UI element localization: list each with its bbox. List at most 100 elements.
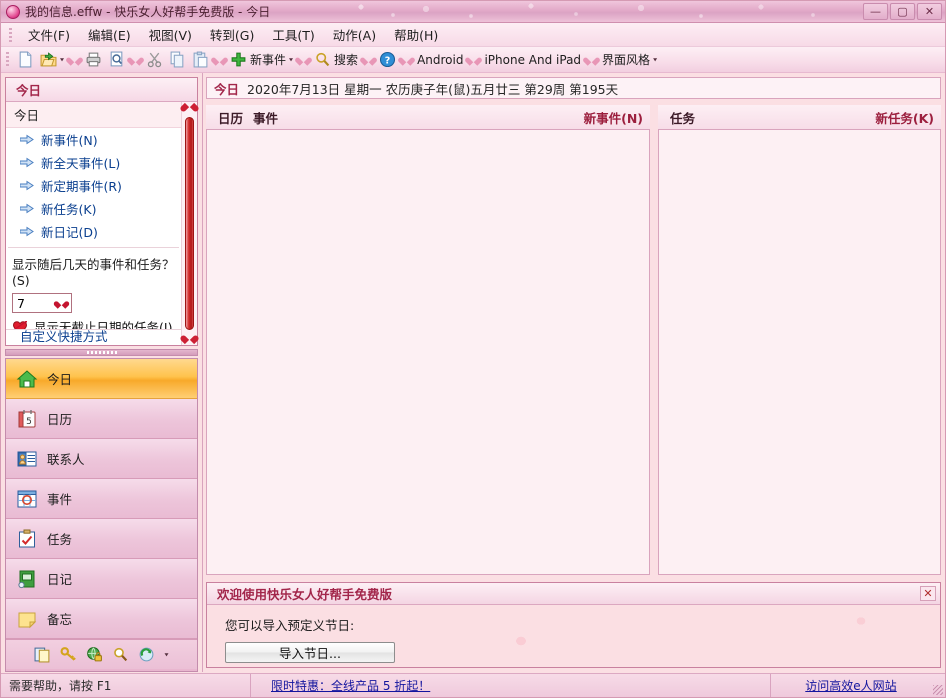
- scroll-down-button[interactable]: [184, 331, 195, 345]
- toolbar-separator-heart-icon: [469, 55, 478, 64]
- scroll-thumb[interactable]: [185, 117, 194, 330]
- search-button[interactable]: 搜索: [311, 49, 361, 71]
- link-new-recurring-event[interactable]: 新定期事件(R): [6, 174, 181, 197]
- key-icon[interactable]: [60, 646, 77, 663]
- nav-events[interactable]: 事件: [6, 479, 197, 519]
- link-new-task[interactable]: 新任务(K): [6, 197, 181, 220]
- days-dropdown[interactable]: 7: [12, 293, 72, 313]
- copy-icon: [169, 51, 186, 68]
- clipped-shortcut-label: 自定义快捷方式: [6, 329, 181, 345]
- nav-memo[interactable]: 备忘: [6, 599, 197, 639]
- left-panel-scrollbar[interactable]: [181, 102, 197, 345]
- menu-goto[interactable]: 转到(G): [201, 22, 263, 47]
- menu-tools[interactable]: 工具(T): [263, 22, 323, 47]
- welcome-close-button[interactable]: ✕: [920, 586, 936, 601]
- print-preview-button[interactable]: [105, 49, 128, 71]
- status-promo-cell[interactable]: 限时特惠：全线产品 5 折起！: [251, 674, 771, 697]
- status-promo-link[interactable]: 限时特惠：全线产品 5 折起！: [271, 677, 430, 694]
- menu-help[interactable]: 帮助(H): [385, 22, 447, 47]
- chevron-down-icon[interactable]: ▾: [164, 651, 168, 658]
- status-site-cell[interactable]: 访问高效e人网站: [771, 674, 931, 697]
- main-content: 今日 2020年7月13日 星期一 农历庚子年(鼠)五月廿三 第29周 第195…: [203, 73, 945, 672]
- import-holidays-button[interactable]: 导入节日...: [225, 642, 395, 663]
- minimize-button[interactable]: —: [863, 3, 888, 20]
- link-new-allday-event[interactable]: 新全天事件(L): [6, 151, 181, 174]
- menu-action[interactable]: 动作(A): [324, 22, 385, 47]
- welcome-body: 您可以导入预定义节日: 导入节日...: [207, 605, 940, 667]
- skin-dropdown-caret[interactable]: ▾: [653, 56, 657, 63]
- close-button[interactable]: ✕: [917, 3, 942, 20]
- today-shortcut-list: 今日 新事件(N) 新全天事件(L): [6, 102, 181, 345]
- toolbar-separator-heart-icon: [299, 55, 308, 64]
- menu-bar: 文件(F) 编辑(E) 视图(V) 转到(G) 工具(T) 动作(A) 帮助(H…: [1, 23, 945, 47]
- resize-grip[interactable]: [931, 674, 945, 697]
- open-file-dropdown-caret[interactable]: ▾: [60, 56, 64, 63]
- status-site-link[interactable]: 访问高效e人网站: [805, 677, 896, 694]
- nav-contacts[interactable]: 联系人: [6, 439, 197, 479]
- open-file-button[interactable]: ▾: [37, 49, 67, 71]
- sidebar-splitter[interactable]: [5, 349, 198, 356]
- welcome-header: 欢迎使用快乐女人好帮手免费版 ✕: [207, 583, 940, 605]
- toolbar-grip[interactable]: [6, 52, 9, 67]
- scroll-up-button[interactable]: [184, 102, 195, 116]
- paste-button[interactable]: [189, 49, 212, 71]
- nav-label: 今日: [47, 369, 72, 388]
- skin-button[interactable]: 界面风格 ▾: [599, 49, 660, 71]
- heart-dropdown-icon[interactable]: [57, 299, 67, 308]
- navigation-bottom-icons: ▾: [6, 639, 197, 669]
- iphone-ipad-button[interactable]: iPhone And iPad: [481, 49, 584, 71]
- tasks-pane-titles: 任务: [670, 108, 695, 127]
- tasks-list-area[interactable]: [658, 129, 941, 575]
- nav-journal[interactable]: 日记: [6, 559, 197, 599]
- maximize-button[interactable]: ▢: [890, 3, 915, 20]
- date-bar: 今日 2020年7月13日 星期一 农历庚子年(鼠)五月廿三 第29周 第195…: [206, 77, 941, 99]
- nav-label: 备忘: [47, 609, 72, 628]
- menu-edit[interactable]: 编辑(E): [79, 22, 140, 47]
- date-bar-today-label: 今日: [214, 79, 239, 98]
- android-button[interactable]: Android: [414, 49, 466, 71]
- today-section-label: 今日: [6, 102, 181, 128]
- notes-icon[interactable]: [34, 646, 51, 663]
- events-list-area[interactable]: [206, 129, 650, 575]
- contacts-icon: [16, 448, 38, 470]
- left-sidebar: 今日 今日 新事件(N): [1, 73, 203, 672]
- new-event-button[interactable]: 新事件 ▾: [227, 49, 296, 71]
- heart-down-icon: [184, 333, 195, 343]
- svg-text:?: ?: [385, 55, 391, 66]
- magnifier-icon[interactable]: [112, 646, 129, 663]
- print-button[interactable]: [82, 49, 105, 71]
- scroll-track[interactable]: [182, 116, 197, 331]
- nav-today[interactable]: 今日: [6, 359, 197, 399]
- link-new-journal[interactable]: 新日记(D): [6, 220, 181, 243]
- link-new-event[interactable]: 新事件(N): [6, 128, 181, 151]
- clipped-shortcut-row[interactable]: 自定义快捷方式: [6, 329, 181, 345]
- status-help-cell: 需要帮助，请按 F1: [1, 674, 251, 697]
- svg-text:5: 5: [26, 417, 32, 427]
- link-label: 新任务(K): [41, 199, 96, 218]
- globe-lock-icon[interactable]: [86, 646, 103, 663]
- new-document-button[interactable]: [14, 49, 37, 71]
- status-bar: 需要帮助，请按 F1 限时特惠：全线产品 5 折起！ 访问高效e人网站: [1, 673, 945, 697]
- new-task-link[interactable]: 新任务(K): [875, 108, 934, 127]
- copy-button[interactable]: [166, 49, 189, 71]
- skin-label: 界面风格: [602, 51, 650, 68]
- menu-file[interactable]: 文件(F): [19, 22, 79, 47]
- new-event-dropdown-caret[interactable]: ▾: [289, 56, 293, 63]
- menu-grip[interactable]: [9, 28, 12, 42]
- link-label: 新全天事件(L): [41, 153, 120, 172]
- divider: [8, 247, 179, 248]
- sync-icon[interactable]: [138, 646, 155, 663]
- cut-button[interactable]: [143, 49, 166, 71]
- arrow-right-icon: [20, 180, 34, 191]
- nav-calendar[interactable]: 5 日历: [6, 399, 197, 439]
- arrow-right-icon: [20, 203, 34, 214]
- nav-tasks[interactable]: 任务: [6, 519, 197, 559]
- title-bar: 我的信息.effw - 快乐女人好帮手免费版 - 今日 — ▢ ✕: [1, 1, 945, 23]
- new-event-link[interactable]: 新事件(N): [584, 108, 643, 127]
- window-controls: — ▢ ✕: [863, 3, 945, 20]
- help-button[interactable]: ?: [376, 49, 399, 71]
- toolbar-separator-heart-icon: [70, 55, 79, 64]
- heart-up-icon: [184, 104, 195, 114]
- events-pane-title-events: 事件: [253, 108, 278, 127]
- menu-view[interactable]: 视图(V): [140, 22, 201, 47]
